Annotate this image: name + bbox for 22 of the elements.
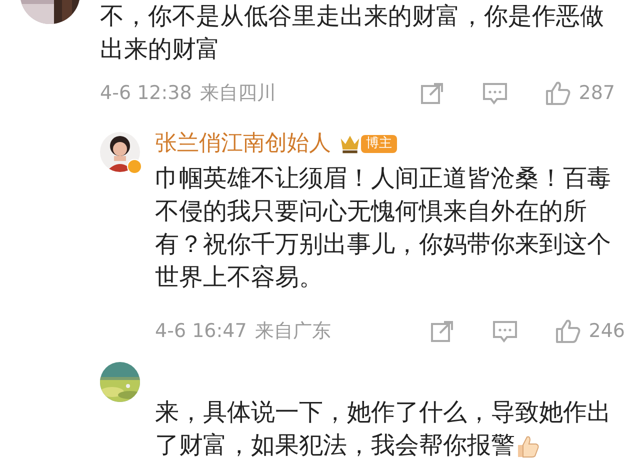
author-name[interactable]: 张兰俏江南创始人 xyxy=(155,130,331,158)
like-button[interactable]: 287 xyxy=(544,78,615,108)
comment-icon xyxy=(482,80,508,106)
location: 来自广东 xyxy=(254,318,331,344)
crown-icon xyxy=(339,133,361,155)
comment-text: 来，具体说一下，她作了什么，导致她作出了财富，如果犯法，我会帮你报警 xyxy=(155,397,612,458)
like-button[interactable]: 246 xyxy=(554,316,625,346)
share-button[interactable] xyxy=(418,80,445,106)
comment-button[interactable] xyxy=(482,80,508,106)
timestamp: 4-6 12:38 xyxy=(100,80,192,106)
comment-text: 不，你不是从低谷里走出来的财富，你是作恶做出来的财富 xyxy=(100,1,605,65)
share-button[interactable] xyxy=(428,318,455,344)
comment-icon xyxy=(492,318,518,344)
share-icon xyxy=(428,318,455,344)
like-icon xyxy=(544,80,571,106)
like-icon xyxy=(554,318,581,344)
comment-text: 巾帼英雄不让须眉！人间正道皆沧桑！百毒不侵的我只要问心无愧何惧来自外在的所有？祝你千万别出事儿，你妈带你来到这个世界上不容易。 xyxy=(155,163,612,293)
share-icon xyxy=(418,80,445,106)
timestamp: 4-6 16:47 xyxy=(155,318,247,344)
badge-label: 博主 xyxy=(361,135,397,153)
location: 来自四川 xyxy=(200,80,276,106)
comment-button[interactable] xyxy=(492,318,518,344)
